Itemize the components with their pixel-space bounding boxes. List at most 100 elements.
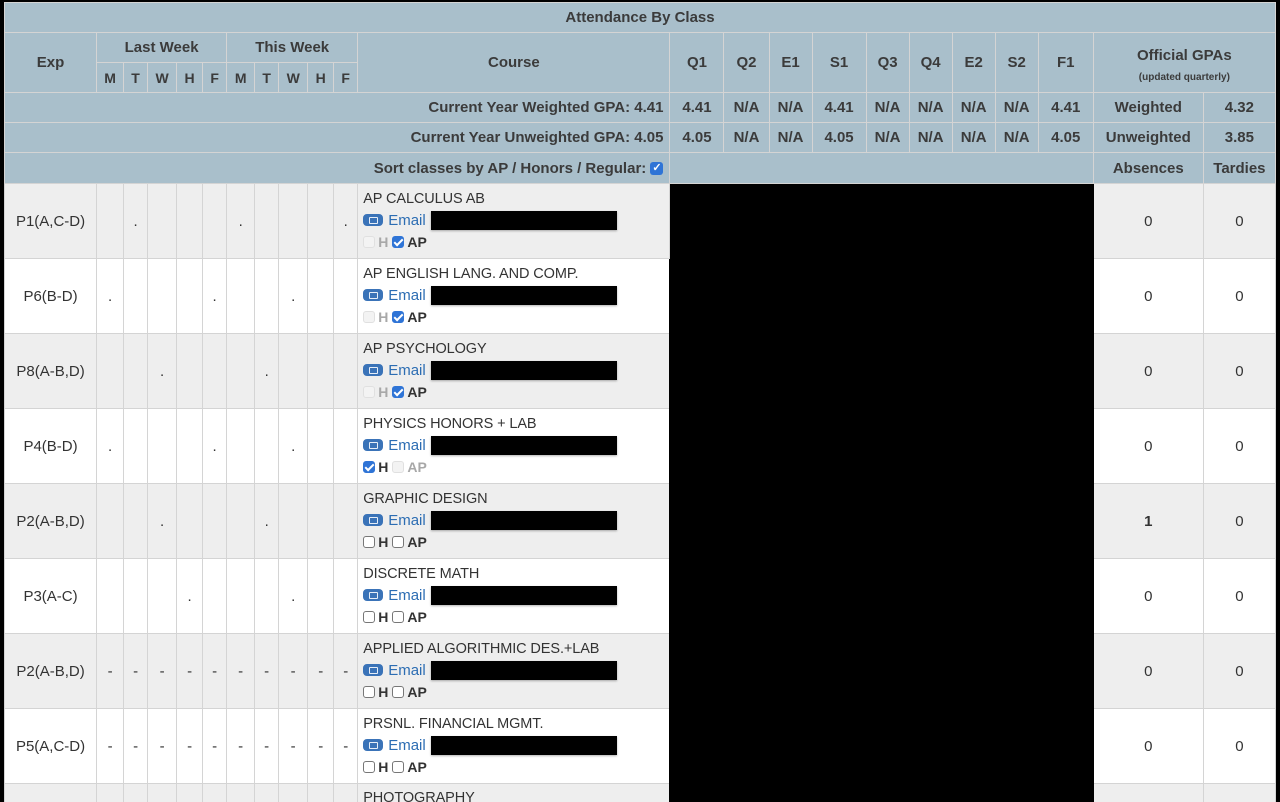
absences-value[interactable]: 1 [1093, 484, 1203, 559]
ap-checkbox[interactable] [392, 536, 404, 548]
redacted-teacher-name [431, 436, 617, 455]
course-name: PHYSICS HONORS + LAB [363, 416, 669, 432]
attendance-day-cell [148, 259, 177, 334]
email-link[interactable]: Email [388, 662, 426, 679]
header-term: Q4 [909, 33, 952, 93]
header-day: H [177, 63, 203, 93]
honors-checkbox[interactable] [363, 461, 375, 473]
gpa-term-value: 4.41 [1038, 93, 1093, 123]
absences-value: 0 [1093, 259, 1203, 334]
sort-row: Sort classes by AP / Honors / Regular: ✓… [5, 153, 1276, 184]
class-row: P1(A,C-D) ... AP CALCULUS AB Email H AP … [5, 184, 1276, 259]
attendance-day-cell: . [148, 334, 177, 409]
absences-value: 0 [1093, 709, 1203, 784]
attendance-day-cell: . [124, 184, 148, 259]
honors-checkbox[interactable] [363, 761, 375, 773]
gpa-term-value: N/A [909, 123, 952, 153]
course-name: PHOTOGRAPHY [363, 790, 669, 802]
redacted-teacher-name [431, 511, 617, 530]
message-icon[interactable] [363, 589, 383, 601]
sort-checkbox[interactable]: ✓ [650, 162, 663, 175]
attendance-day-cell [124, 409, 148, 484]
message-icon[interactable] [363, 214, 383, 226]
attendance-day-cell: - [203, 709, 227, 784]
message-icon[interactable] [363, 289, 383, 301]
ap-checkbox[interactable] [392, 386, 404, 398]
attendance-day-cell [308, 559, 334, 634]
attendance-day-cell [308, 409, 334, 484]
honors-label: H [378, 759, 388, 775]
gpa-term-value: N/A [909, 93, 952, 123]
attendance-day-cell [177, 334, 203, 409]
email-link[interactable]: Email [388, 437, 426, 454]
email-teacher: Email [363, 660, 669, 680]
email-link[interactable]: Email [388, 587, 426, 604]
attendance-day-cell [203, 559, 227, 634]
tardies-value: 0 [1203, 334, 1275, 409]
message-icon[interactable] [363, 664, 383, 676]
attendance-day-cell [203, 784, 227, 802]
tardies-value: 0 [1203, 484, 1275, 559]
message-icon[interactable] [363, 739, 383, 751]
ap-label: AP [407, 759, 426, 775]
official-gpas-note: (updated quarterly) [1094, 72, 1275, 83]
attendance-day-cell [227, 409, 255, 484]
header-official-gpas: Official GPAs (updated quarterly) [1093, 33, 1275, 93]
absences-value: 0 [1093, 634, 1203, 709]
official-weighted-value: 4.32 [1203, 93, 1275, 123]
class-exp: P3(A-C) [5, 559, 97, 634]
email-link[interactable]: Email [388, 737, 426, 754]
attendance-day-cell: - [279, 634, 308, 709]
class-exp: P1(A,C-D) [5, 184, 97, 259]
honors-checkbox[interactable] [363, 611, 375, 623]
official-weighted-label: Weighted [1093, 93, 1203, 123]
attendance-day-cell [97, 334, 124, 409]
absences-value: 0 [1093, 334, 1203, 409]
honors-checkbox[interactable] [363, 536, 375, 548]
ap-checkbox[interactable] [392, 611, 404, 623]
attendance-day-cell [124, 334, 148, 409]
email-teacher: Email [363, 285, 669, 305]
course-name: AP ENGLISH LANG. AND COMP. [363, 266, 669, 282]
class-rows: P1(A,C-D) ... AP CALCULUS AB Email H AP … [5, 184, 1276, 802]
ap-checkbox[interactable] [392, 236, 404, 248]
gpa-term-value: 4.41 [812, 93, 866, 123]
absences-value: 0 [1093, 184, 1203, 259]
attendance-day-cell [97, 184, 124, 259]
course-cell: APPLIED ALGORITHMIC DES.+LAB Email H AP [358, 634, 670, 709]
message-icon[interactable] [363, 364, 383, 376]
ap-checkbox [392, 461, 404, 473]
ap-checkbox[interactable] [392, 761, 404, 773]
redacted-grades [670, 184, 1093, 802]
gpa-term-value: 4.05 [670, 123, 724, 153]
honors-label: H [378, 234, 388, 250]
attendance-day-cell [203, 484, 227, 559]
attendance-day-cell [97, 484, 124, 559]
honors-label: H [378, 609, 388, 625]
email-link[interactable]: Email [388, 512, 426, 529]
gpa-term-value: N/A [724, 93, 769, 123]
absences-value [1093, 784, 1203, 802]
course-level-flags: H AP [363, 758, 669, 776]
tardies-value [1203, 784, 1275, 802]
attendance-day-cell: - [227, 709, 255, 784]
gpa-term-value: N/A [866, 93, 909, 123]
attendance-page: Attendance By Class Exp Last Week This W… [4, 2, 1276, 802]
attendance-day-cell [97, 784, 124, 802]
ap-label: AP [407, 534, 426, 550]
attendance-day-cell [148, 784, 177, 802]
message-icon[interactable] [363, 514, 383, 526]
attendance-day-cell [334, 334, 358, 409]
attendance-day-cell: . [97, 259, 124, 334]
course-cell: AP CALCULUS AB Email H AP [358, 184, 670, 259]
email-link[interactable]: Email [388, 362, 426, 379]
attendance-day-cell [203, 184, 227, 259]
course-cell: PHYSICS HONORS + LAB Email H AP [358, 409, 670, 484]
ap-label: AP [407, 684, 426, 700]
email-link[interactable]: Email [388, 212, 426, 229]
email-link[interactable]: Email [388, 287, 426, 304]
message-icon[interactable] [363, 439, 383, 451]
honors-checkbox[interactable] [363, 686, 375, 698]
ap-checkbox[interactable] [392, 686, 404, 698]
ap-checkbox[interactable] [392, 311, 404, 323]
